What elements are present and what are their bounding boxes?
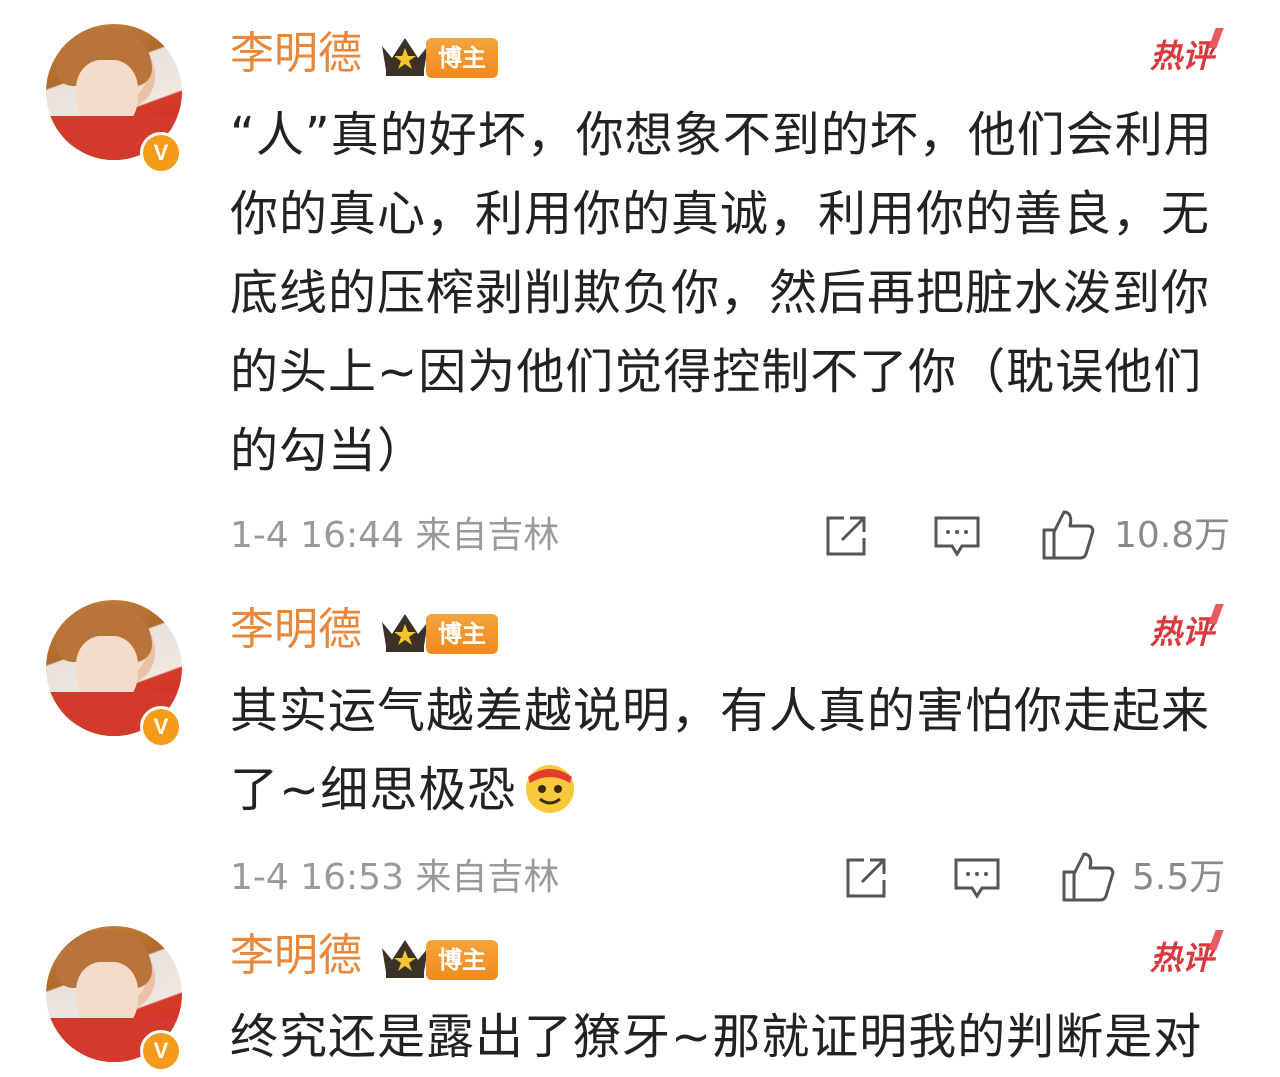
verified-v-icon: V bbox=[140, 132, 182, 174]
blogger-badge: 博主 bbox=[426, 940, 498, 980]
grin-emoji-icon bbox=[526, 765, 575, 813]
crown-icon bbox=[382, 940, 428, 978]
hot-comment-label: 热评 bbox=[1150, 28, 1224, 76]
share-button[interactable] bbox=[822, 512, 870, 560]
comment-button[interactable] bbox=[952, 856, 1002, 900]
comment-text: “人”真的好坏，你想象不到的坏，他们会利用你的真心，利用你的真诚，利用你的善良，… bbox=[230, 107, 1213, 479]
blogger-badge: 博主 bbox=[426, 38, 498, 78]
username[interactable]: 李明德 bbox=[230, 602, 362, 658]
thumbs-up-icon bbox=[1042, 510, 1095, 560]
comment-meta: 1-4 16:53 来自吉林 bbox=[230, 857, 560, 898]
comment-text: 其实运气越差越说明，有人真的害怕你走起来了~细思极恐 bbox=[230, 683, 1211, 818]
username[interactable]: 李明德 bbox=[230, 928, 362, 984]
verified-v-icon: V bbox=[140, 706, 182, 748]
thumbs-up-icon bbox=[1062, 852, 1115, 902]
share-icon bbox=[846, 858, 886, 898]
share-button[interactable] bbox=[842, 854, 890, 902]
like-count: 5.5万 bbox=[1132, 857, 1226, 898]
like-count: 10.8万 bbox=[1114, 515, 1231, 556]
blogger-badge: 博主 bbox=[426, 614, 498, 654]
username[interactable]: 李明德 bbox=[230, 26, 362, 82]
share-icon bbox=[826, 516, 866, 556]
comment-icon bbox=[934, 516, 980, 557]
comment-text: 终究还是露出了獠牙~那就证明我的判断是对 bbox=[230, 1009, 1203, 1065]
comment-icon bbox=[954, 858, 1000, 899]
comment-meta: 1-4 16:44 来自吉林 bbox=[230, 515, 560, 556]
crown-icon bbox=[382, 38, 428, 76]
crown-icon bbox=[382, 614, 428, 652]
like-button[interactable] bbox=[1040, 506, 1096, 562]
hot-comment-label: 热评 bbox=[1150, 930, 1224, 978]
hot-comment-label: 热评 bbox=[1150, 604, 1224, 652]
comment-button[interactable] bbox=[932, 514, 982, 558]
like-button[interactable] bbox=[1060, 848, 1116, 904]
